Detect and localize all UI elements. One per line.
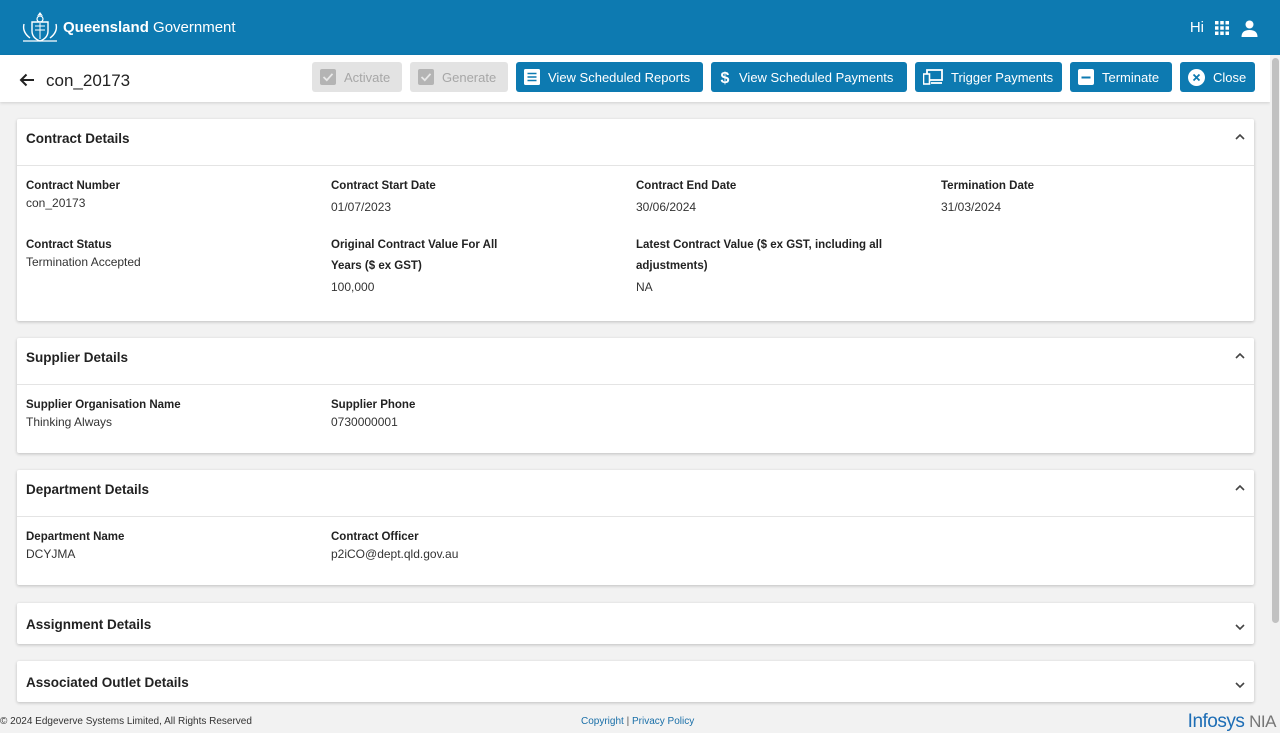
supplier-details-header[interactable]: Supplier Details bbox=[17, 338, 1254, 385]
section-title: Associated Outlet Details bbox=[26, 675, 189, 690]
queensland-crest-logo bbox=[22, 12, 58, 42]
link-separator: | bbox=[626, 716, 630, 727]
devices-icon bbox=[923, 69, 943, 85]
department-name-field: Department Name DCYJMA bbox=[26, 531, 125, 561]
department-details-header[interactable]: Department Details bbox=[17, 470, 1254, 517]
generate-button[interactable]: Generate bbox=[410, 62, 508, 92]
dollar-icon: $ bbox=[721, 70, 730, 86]
trigger-payments-button[interactable]: Trigger Payments bbox=[915, 62, 1062, 92]
original-contract-value-field: Original Contract Value For All Years ($… bbox=[331, 239, 498, 294]
contract-officer-field: Contract Officer p2iCO@dept.qld.gov.au bbox=[331, 531, 459, 561]
contract-start-date-field: Contract Start Date 01/07/2023 bbox=[331, 180, 436, 214]
activate-button[interactable]: Activate bbox=[312, 62, 402, 92]
copyright-link[interactable]: Copyright bbox=[581, 716, 624, 727]
page-title: con_20173 bbox=[46, 71, 131, 90]
close-button[interactable]: Close bbox=[1180, 62, 1255, 92]
top-bar: Queensland Government Hi bbox=[0, 0, 1280, 55]
associated-outlet-details-panel[interactable]: Associated Outlet Details bbox=[17, 661, 1254, 702]
brand-title: Queensland Government bbox=[63, 19, 236, 36]
svg-text:$: $ bbox=[721, 70, 730, 86]
contract-details-panel: Contract Details Contract Number con_201… bbox=[17, 119, 1254, 321]
close-circle-icon bbox=[1188, 68, 1205, 86]
apps-grid-icon[interactable] bbox=[1215, 21, 1229, 35]
contract-end-date-field: Contract End Date 30/06/2024 bbox=[636, 180, 737, 214]
section-title: Contract Details bbox=[26, 131, 130, 146]
user-greeting: Hi bbox=[1189, 19, 1204, 36]
department-details-panel: Department Details Department Name DCYJM… bbox=[17, 470, 1254, 585]
chevron-down-icon[interactable] bbox=[1234, 679, 1246, 691]
contract-details-header[interactable]: Contract Details bbox=[17, 119, 1254, 166]
view-scheduled-payments-button[interactable]: $ View Scheduled Payments bbox=[711, 62, 907, 92]
check-box-icon bbox=[418, 69, 434, 85]
minus-box-icon bbox=[1078, 69, 1094, 85]
associated-outlet-details-header[interactable]: Associated Outlet Details bbox=[17, 661, 1254, 702]
assignment-details-panel[interactable]: Assignment Details bbox=[17, 603, 1254, 644]
privacy-policy-link[interactable]: Privacy Policy bbox=[632, 716, 694, 727]
check-box-icon bbox=[320, 69, 336, 85]
chevron-up-icon[interactable] bbox=[1234, 350, 1246, 362]
footer: © 2024 Edgeverve Systems Limited, All Ri… bbox=[0, 710, 1280, 732]
copyright-text: © 2024 Edgeverve Systems Limited, All Ri… bbox=[0, 716, 252, 727]
scrollbar-thumb[interactable] bbox=[1272, 58, 1279, 623]
section-title: Department Details bbox=[26, 482, 150, 497]
section-title: Assignment Details bbox=[26, 617, 152, 632]
back-arrow-icon[interactable] bbox=[18, 71, 36, 89]
terminate-button[interactable]: Terminate bbox=[1070, 62, 1172, 92]
footer-links: Copyright | Privacy Policy bbox=[581, 716, 694, 727]
chevron-up-icon[interactable] bbox=[1234, 131, 1246, 143]
user-account-icon[interactable] bbox=[1241, 20, 1258, 37]
supplier-phone-field: Supplier Phone 0730000001 bbox=[331, 399, 416, 429]
infosys-nia-logo: Infosys NIA bbox=[1187, 711, 1277, 732]
page-header: con_20173 Activate Generate View Schedul… bbox=[0, 55, 1270, 102]
chevron-down-icon[interactable] bbox=[1234, 621, 1246, 633]
assignment-details-header[interactable]: Assignment Details bbox=[17, 603, 1254, 644]
contract-number-field: Contract Number con_20173 bbox=[26, 180, 120, 210]
section-title: Supplier Details bbox=[26, 350, 129, 365]
supplier-org-name-field: Supplier Organisation Name Thinking Alwa… bbox=[26, 399, 181, 429]
termination-date-field: Termination Date 31/03/2024 bbox=[941, 180, 1035, 214]
chevron-up-icon[interactable] bbox=[1234, 482, 1246, 494]
view-scheduled-reports-button[interactable]: View Scheduled Reports bbox=[516, 62, 703, 92]
latest-contract-value-field: Latest Contract Value ($ ex GST, includi… bbox=[636, 239, 883, 294]
list-document-icon bbox=[524, 69, 540, 85]
supplier-details-panel: Supplier Details Supplier Organisation N… bbox=[17, 338, 1254, 453]
contract-status-field: Contract Status Termination Accepted bbox=[26, 239, 141, 269]
